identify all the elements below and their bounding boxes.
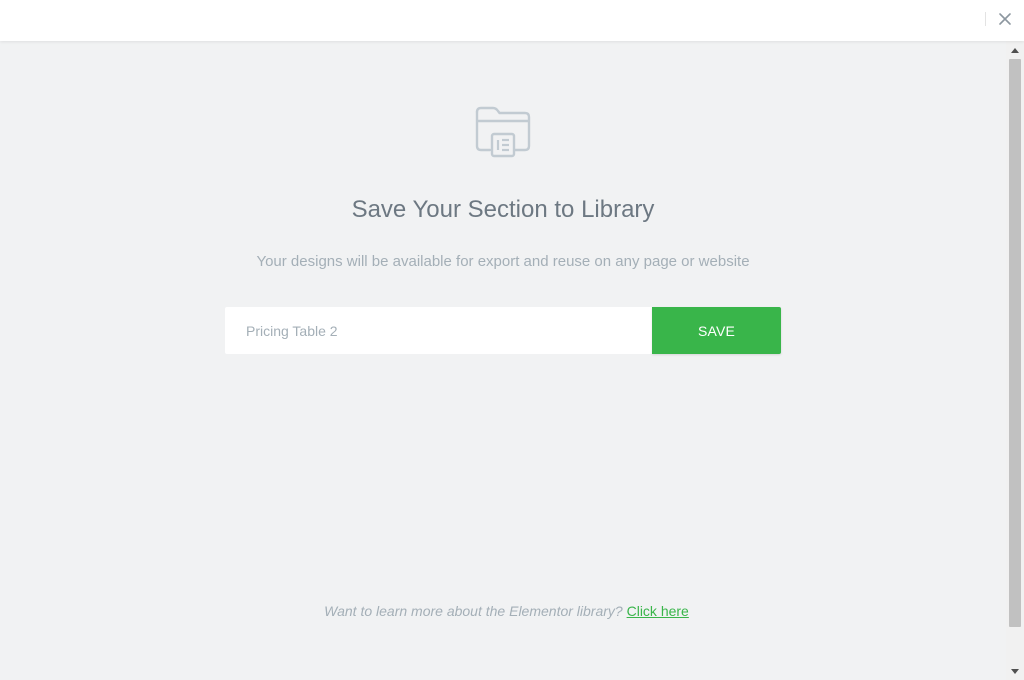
footer-text: Want to learn more about the Elementor l…: [324, 603, 623, 619]
scroll-down-arrow-icon: [1011, 668, 1019, 674]
close-button[interactable]: [994, 8, 1016, 30]
vertical-scrollbar[interactable]: [1006, 41, 1024, 680]
footer-message: Want to learn more about the Elementor l…: [0, 602, 1013, 620]
modal-subtitle: Your designs will be available for expor…: [256, 253, 750, 270]
save-template-form: SAVE: [225, 307, 781, 355]
scroll-down-button[interactable]: [1006, 663, 1024, 680]
close-icon: [999, 13, 1011, 25]
save-template-modal: Save Your Section to Library Your design…: [0, 0, 1024, 680]
scroll-up-button[interactable]: [1006, 41, 1024, 58]
modal-content: Save Your Section to Library Your design…: [0, 41, 1006, 680]
header-divider: [985, 12, 986, 26]
scroll-up-arrow-icon: [1011, 47, 1019, 53]
template-name-input[interactable]: [225, 307, 652, 354]
folder-library-icon: [475, 106, 531, 158]
modal-title: Save Your Section to Library: [351, 196, 655, 223]
modal-header: [0, 0, 1024, 41]
scrollbar-thumb[interactable]: [1009, 59, 1021, 627]
click-here-link[interactable]: Click here: [627, 603, 689, 619]
save-button[interactable]: SAVE: [652, 307, 781, 354]
